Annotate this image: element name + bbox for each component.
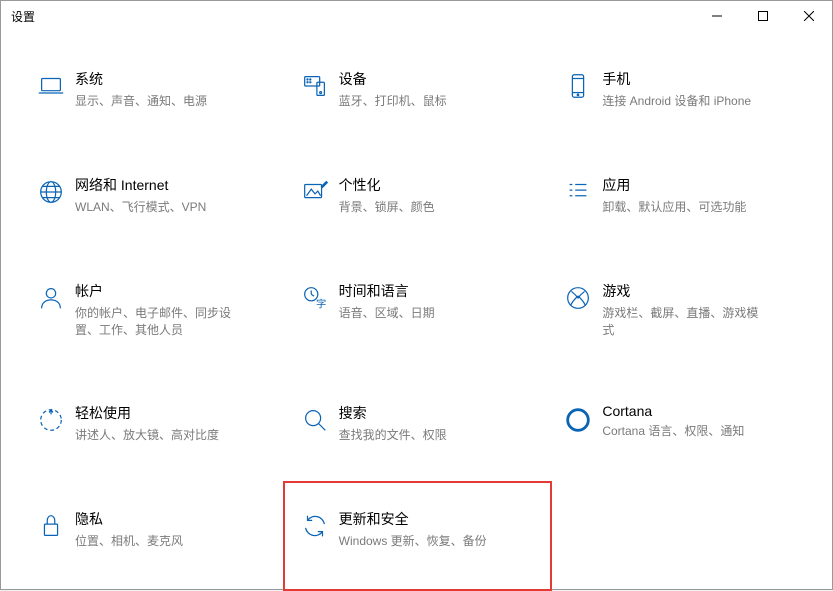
tile-system[interactable]: 系统 显示、声音、通知、电源	[21, 61, 285, 117]
settings-grid: 系统 显示、声音、通知、电源 设备 蓝牙、打印机、鼠标 手机	[11, 61, 822, 557]
tile-apps[interactable]: 应用 卸载、默认应用、可选功能	[548, 167, 812, 223]
tile-desc: 讲述人、放大镜、高对比度	[75, 427, 219, 444]
settings-content: 系统 显示、声音、通知、电源 设备 蓝牙、打印机、鼠标 手机	[1, 31, 832, 567]
tile-desc: 连接 Android 设备和 iPhone	[602, 93, 751, 110]
lock-icon	[27, 507, 75, 551]
tile-desc: 你的帐户、电子邮件、同步设置、工作、其他人员	[75, 305, 235, 339]
tile-desc: 背景、锁屏、颜色	[339, 199, 435, 216]
tile-title: 游戏	[602, 281, 762, 301]
tile-title: 隐私	[75, 509, 183, 529]
update-icon	[291, 507, 339, 551]
tile-gaming[interactable]: 游戏 游戏栏、截屏、直播、游戏模式	[548, 273, 812, 345]
tile-title: 网络和 Internet	[75, 175, 206, 195]
tile-title: Cortana	[602, 403, 744, 419]
tile-title: 搜索	[339, 403, 447, 423]
tile-ease-of-access[interactable]: 轻松使用 讲述人、放大镜、高对比度	[21, 395, 285, 451]
tile-title: 个性化	[339, 175, 435, 195]
tile-desc: 卸载、默认应用、可选功能	[602, 199, 746, 216]
devices-icon	[291, 67, 339, 111]
settings-window: 设置 系统 显示、声音、通知、电源	[0, 0, 833, 590]
tile-desc: 游戏栏、截屏、直播、游戏模式	[602, 305, 762, 339]
minimize-button[interactable]	[694, 1, 740, 31]
tile-privacy[interactable]: 隐私 位置、相机、麦克风	[21, 501, 285, 557]
tile-search[interactable]: 搜索 查找我的文件、权限	[285, 395, 549, 451]
window-controls	[694, 1, 832, 31]
tile-update-security[interactable]: 更新和安全 Windows 更新、恢复、备份	[283, 481, 553, 591]
phone-icon	[554, 67, 602, 111]
globe-icon	[27, 173, 75, 217]
tile-title: 应用	[602, 175, 746, 195]
tile-title: 时间和语言	[339, 281, 435, 301]
maximize-button[interactable]	[740, 1, 786, 31]
tile-desc: 显示、声音、通知、电源	[75, 93, 207, 110]
tile-desc: 查找我的文件、权限	[339, 427, 447, 444]
titlebar: 设置	[1, 1, 832, 31]
cortana-icon	[554, 401, 602, 445]
close-button[interactable]	[786, 1, 832, 31]
tile-title: 设备	[339, 69, 447, 89]
time-language-icon: 字	[291, 279, 339, 323]
window-title: 设置	[11, 8, 35, 25]
tile-network[interactable]: 网络和 Internet WLAN、飞行模式、VPN	[21, 167, 285, 223]
tile-title: 更新和安全	[339, 509, 487, 529]
tile-cortana[interactable]: Cortana Cortana 语言、权限、通知	[548, 395, 812, 451]
tile-desc: Cortana 语言、权限、通知	[602, 423, 744, 440]
tile-desc: 蓝牙、打印机、鼠标	[339, 93, 447, 110]
tile-desc: WLAN、飞行模式、VPN	[75, 199, 206, 216]
tile-title: 手机	[602, 69, 751, 89]
laptop-icon	[27, 67, 75, 111]
tile-personalization[interactable]: 个性化 背景、锁屏、颜色	[285, 167, 549, 223]
tile-desc: 语音、区域、日期	[339, 305, 435, 322]
personalization-icon	[291, 173, 339, 217]
search-icon	[291, 401, 339, 445]
tile-desc: 位置、相机、麦克风	[75, 533, 183, 550]
tile-title: 帐户	[75, 281, 235, 301]
tile-desc: Windows 更新、恢复、备份	[339, 533, 487, 550]
apps-icon	[554, 173, 602, 217]
tile-title: 轻松使用	[75, 403, 219, 423]
xbox-icon	[554, 279, 602, 323]
person-icon	[27, 279, 75, 323]
empty-tile	[548, 501, 812, 557]
ease-of-access-icon	[27, 401, 75, 445]
tile-devices[interactable]: 设备 蓝牙、打印机、鼠标	[285, 61, 549, 117]
tile-accounts[interactable]: 帐户 你的帐户、电子邮件、同步设置、工作、其他人员	[21, 273, 285, 345]
tile-title: 系统	[75, 69, 207, 89]
svg-text:字: 字	[316, 297, 326, 310]
tile-time-language[interactable]: 字 时间和语言 语音、区域、日期	[285, 273, 549, 345]
tile-phone[interactable]: 手机 连接 Android 设备和 iPhone	[548, 61, 812, 117]
